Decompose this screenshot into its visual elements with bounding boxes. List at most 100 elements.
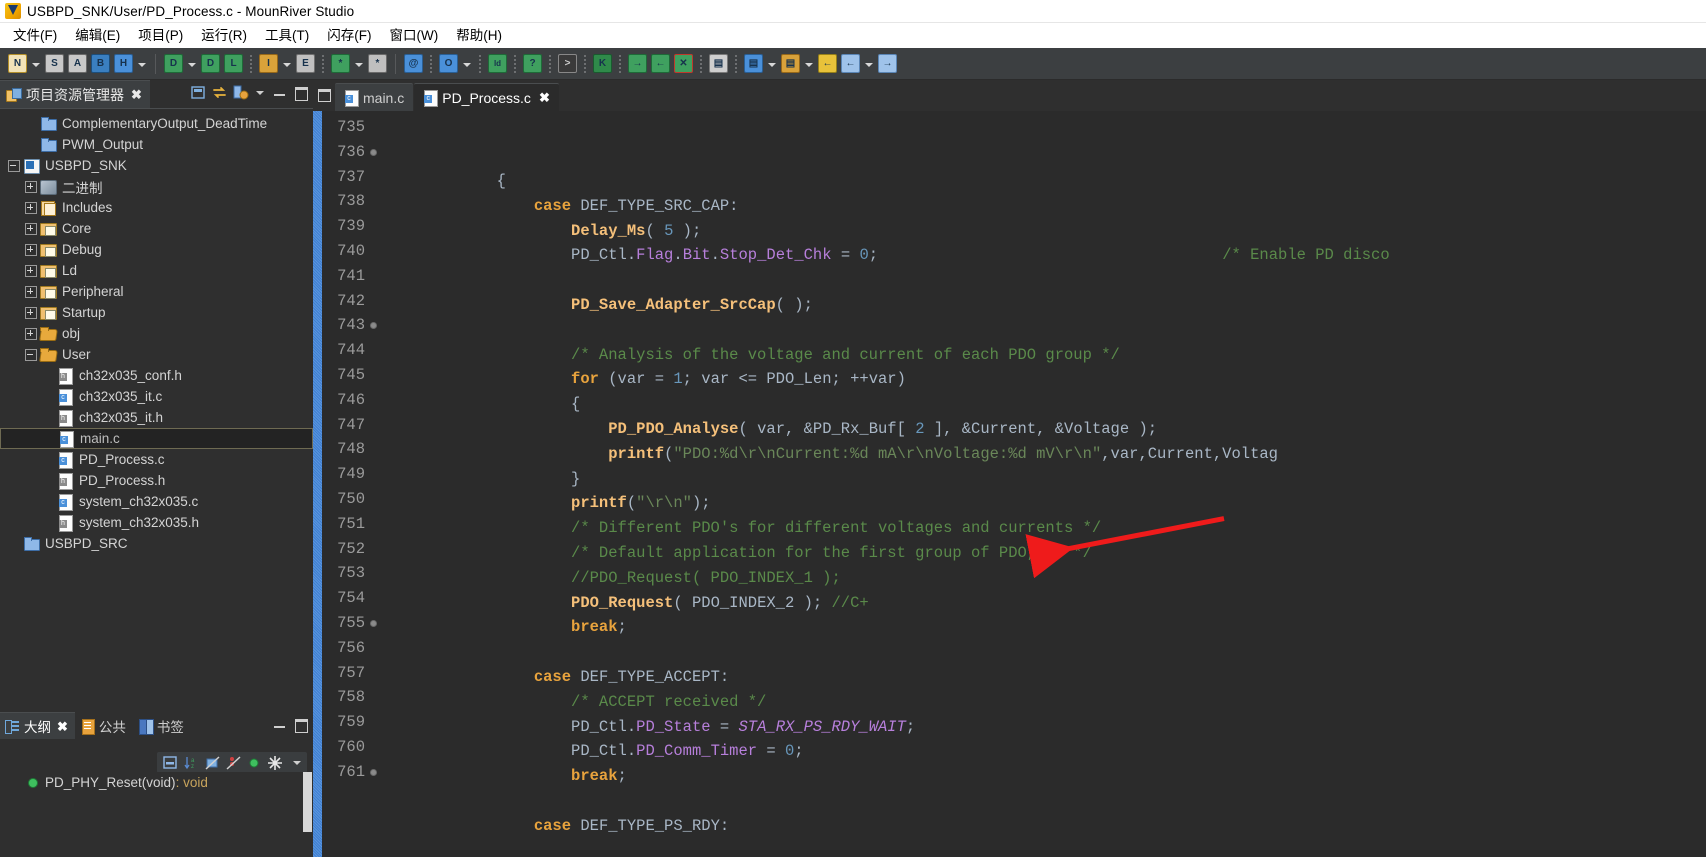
code-line[interactable]: PD_PDO_Analyse( var, &PD_Rx_Buf[ 2 ], &C…: [379, 417, 1706, 442]
tree-item-pd-process-c[interactable]: PD_Process.c: [0, 449, 313, 470]
expand-icon[interactable]: [25, 307, 37, 319]
code-line[interactable]: [379, 640, 1706, 665]
tree-item-user[interactable]: User: [0, 344, 313, 365]
code-line[interactable]: printf("PDO:%d\r\nCurrent:%d mA\r\nVolta…: [379, 442, 1706, 467]
line-number[interactable]: 736: [322, 140, 379, 165]
tree-item-system-ch32x035-c[interactable]: system_ch32x035.c: [0, 491, 313, 512]
line-number[interactable]: 750: [322, 487, 379, 512]
line-number[interactable]: 744: [322, 338, 379, 363]
code-line[interactable]: }: [379, 467, 1706, 492]
line-number[interactable]: 747: [322, 413, 379, 438]
ld-file-icon[interactable]: ld: [488, 54, 507, 73]
line-number[interactable]: 754: [322, 586, 379, 611]
chevron-down-icon[interactable]: [29, 55, 41, 73]
code-line[interactable]: printf("\r\n");: [379, 491, 1706, 516]
code-line[interactable]: for (var = 1; var <= PDO_Len; ++var): [379, 367, 1706, 392]
breakpoint-marker-icon[interactable]: [370, 619, 377, 627]
minimize-icon[interactable]: [313, 80, 335, 111]
view-menu-icon[interactable]: [232, 84, 249, 101]
line-number[interactable]: 753: [322, 561, 379, 586]
tree-item-peripheral[interactable]: Peripheral: [0, 281, 313, 302]
project-tree[interactable]: ComplementaryOutput_DeadTime PWM_Output US…: [0, 108, 313, 712]
code-line[interactable]: case DEF_TYPE_PS_RDY:: [379, 814, 1706, 839]
library-icon[interactable]: L: [224, 54, 243, 73]
tree-item-pd-process-h[interactable]: PD_Process.h: [0, 470, 313, 491]
tree-item--[interactable]: 二进制: [0, 176, 313, 197]
tab-public[interactable]: 公共: [75, 712, 133, 739]
line-number[interactable]: 739: [322, 214, 379, 239]
code-line[interactable]: [379, 318, 1706, 343]
console-icon[interactable]: ▤: [709, 54, 728, 73]
code-line[interactable]: PD_Ctl.PD_Comm_Timer = 0;: [379, 739, 1706, 764]
save-all-icon[interactable]: A: [68, 54, 87, 73]
code-line[interactable]: /* Default application for the first gro…: [379, 541, 1706, 566]
menu-help[interactable]: 帮助(H): [447, 25, 511, 47]
tree-item-main-c[interactable]: main.c: [0, 428, 313, 449]
code-line[interactable]: PD_Save_Adapter_SrcCap( );: [379, 293, 1706, 318]
line-number[interactable]: 761: [322, 760, 379, 785]
clear-marks-icon[interactable]: ✕: [674, 54, 693, 73]
export-icon[interactable]: E: [296, 54, 315, 73]
line-number[interactable]: 742: [322, 289, 379, 314]
chevron-down-icon[interactable]: [135, 55, 147, 73]
line-number[interactable]: 740: [322, 239, 379, 264]
scrollbar-thumb[interactable]: [303, 772, 312, 832]
hide-static-icon[interactable]: [225, 755, 242, 771]
code-line[interactable]: [379, 268, 1706, 293]
menu-flash[interactable]: 闪存(F): [318, 25, 380, 47]
expand-icon[interactable]: [25, 244, 37, 256]
minimize-icon[interactable]: [272, 716, 288, 733]
tab-bookmark[interactable]: 书签: [133, 712, 191, 739]
line-number-gutter[interactable]: 735 736 737 738 739 740 741 742 743 744 745 746 747 7…: [322, 111, 379, 857]
back-yellow-icon[interactable]: ←: [818, 54, 837, 73]
tab-outline[interactable]: 大纲 ✖: [0, 712, 75, 739]
code-editor[interactable]: 735 736 737 738 739 740 741 742 743 744 745 746 747 7…: [313, 111, 1706, 857]
chevron-down-icon[interactable]: [352, 55, 364, 73]
line-number[interactable]: 738: [322, 189, 379, 214]
outline-scrollbar[interactable]: [302, 772, 313, 857]
tree-item-pwm-output[interactable]: PWM_Output: [0, 134, 313, 155]
filters-icon[interactable]: [267, 755, 284, 771]
new-file-icon[interactable]: N: [8, 54, 27, 73]
collapse-all-icon[interactable]: [162, 755, 179, 771]
code-line[interactable]: /* ACCEPT received */: [379, 690, 1706, 715]
line-number[interactable]: 748: [322, 437, 379, 462]
close-icon[interactable]: ✖: [131, 88, 142, 101]
tree-item-system-ch32x035-h[interactable]: system_ch32x035.h: [0, 512, 313, 533]
collapse-icon[interactable]: [8, 160, 20, 172]
close-icon[interactable]: ✖: [539, 91, 550, 104]
code-line[interactable]: PD_Ctl.PD_State = STA_RX_PS_RDY_WAIT;: [379, 715, 1706, 740]
menu-project[interactable]: 项目(P): [129, 25, 192, 47]
open-perspective-icon[interactable]: ▤: [781, 54, 800, 73]
expand-icon[interactable]: [25, 328, 37, 340]
line-number[interactable]: 758: [322, 685, 379, 710]
code-line[interactable]: break;: [379, 764, 1706, 789]
expand-icon[interactable]: [25, 265, 37, 277]
download-all-icon[interactable]: D: [201, 54, 220, 73]
terminal-icon[interactable]: >: [558, 54, 577, 73]
menu-run[interactable]: 运行(R): [192, 25, 256, 47]
tab-main-c[interactable]: main.c: [335, 83, 414, 111]
back-arrow-icon[interactable]: ←: [841, 54, 860, 73]
tree-item-debug[interactable]: Debug: [0, 239, 313, 260]
tree-item-usbpd-src[interactable]: USBPD_SRC: [0, 533, 313, 554]
chevron-down-icon[interactable]: [460, 55, 472, 73]
forward-arrow-icon[interactable]: →: [878, 54, 897, 73]
code-line[interactable]: [379, 789, 1706, 814]
link-with-editor-icon[interactable]: [211, 84, 228, 101]
tree-item-obj[interactable]: obj: [0, 323, 313, 344]
line-number[interactable]: 751: [322, 512, 379, 537]
line-number[interactable]: 756: [322, 636, 379, 661]
line-number[interactable]: 760: [322, 735, 379, 760]
close-icon[interactable]: ✖: [57, 720, 68, 733]
code-line[interactable]: Delay_Ms( 5 );: [379, 219, 1706, 244]
build-config-icon[interactable]: B: [91, 54, 110, 73]
search-icon[interactable]: O: [439, 54, 458, 73]
line-number[interactable]: 757: [322, 661, 379, 686]
source-code-text[interactable]: { case DEF_TYPE_SRC_CAP: Delay_Ms( 5 ); …: [379, 111, 1706, 857]
tree-item-core[interactable]: Core: [0, 218, 313, 239]
chevron-down-icon[interactable]: [290, 754, 304, 771]
code-line[interactable]: {: [379, 392, 1706, 417]
debug-bug-icon[interactable]: *: [331, 54, 350, 73]
expand-icon[interactable]: [25, 286, 37, 298]
